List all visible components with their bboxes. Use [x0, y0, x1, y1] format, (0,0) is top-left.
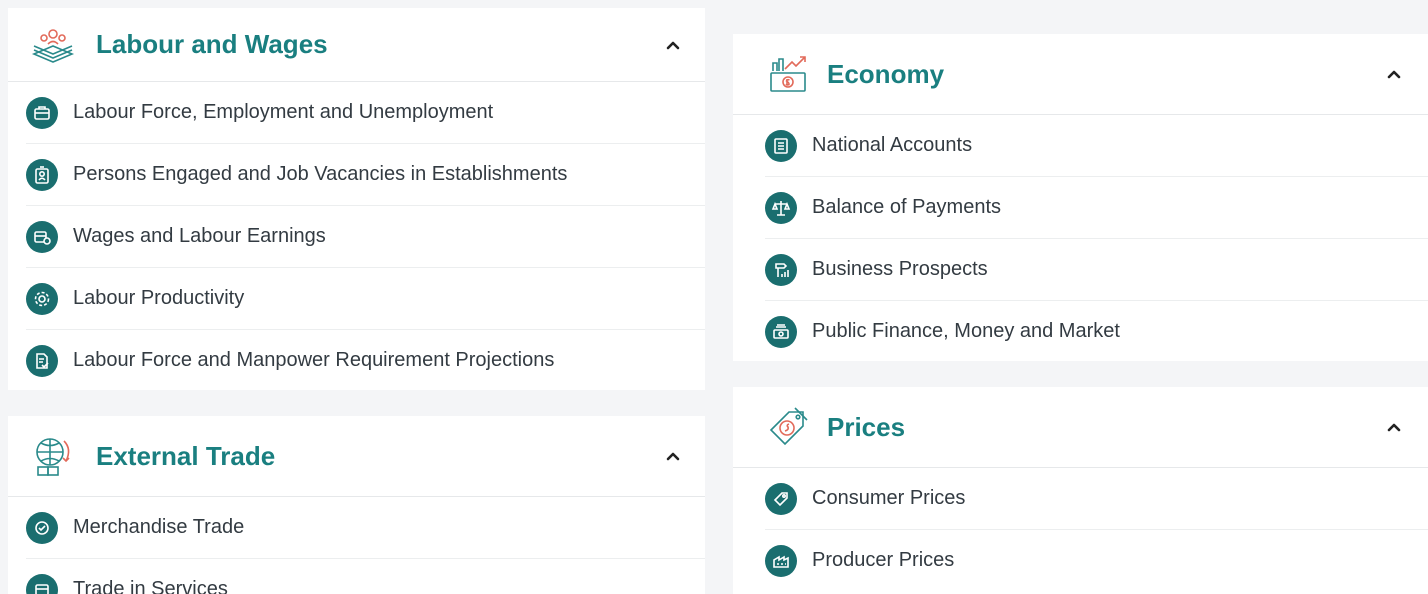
item-label: Wages and Labour Earnings [73, 225, 326, 247]
prices-list: Consumer Prices Producer Prices [747, 468, 1428, 591]
list-item-balance-payments[interactable]: Balance of Payments [765, 177, 1428, 239]
scale-icon [765, 191, 797, 224]
list-item-persons-engaged[interactable]: Persons Engaged and Job Vacancies in Est… [26, 144, 705, 206]
signpost-chart-icon [765, 253, 797, 286]
globe-trade-icon [30, 433, 76, 479]
services-icon [26, 573, 58, 594]
item-label: Labour Force, Employment and Unemploymen… [73, 101, 494, 123]
gear-cog-icon [26, 282, 58, 315]
list-item-labour-force[interactable]: Labour Force, Employment and Unemploymen… [26, 82, 705, 144]
tag-icon [765, 482, 797, 515]
money-stack-icon [765, 315, 797, 348]
id-badge-icon [26, 158, 58, 191]
prices-title: Prices [827, 411, 906, 442]
external-trade-title: External Trade [96, 440, 276, 471]
labour-wages-list: Labour Force, Employment and Unemploymen… [8, 82, 705, 390]
price-tag-icon [765, 404, 811, 450]
chevron-up-icon[interactable] [661, 33, 685, 57]
item-label: Persons Engaged and Job Vacancies in Est… [73, 163, 568, 185]
item-label: Producer Prices [812, 549, 955, 571]
list-item-consumer-prices[interactable]: Consumer Prices [765, 468, 1428, 530]
list-item-producer-prices[interactable]: Producer Prices [765, 530, 1428, 591]
labour-wages-panel: Labour and Wages Labour Force, Employmen… [8, 8, 705, 390]
economy-chart-icon [765, 51, 811, 97]
chevron-up-icon[interactable] [1382, 415, 1406, 439]
item-label: National Accounts [812, 134, 973, 156]
list-item-merchandise-trade[interactable]: Merchandise Trade [26, 497, 705, 559]
factory-icon [765, 544, 797, 577]
boxes-icon [26, 511, 58, 544]
economy-header[interactable]: Economy [733, 34, 1428, 115]
external-trade-header[interactable]: External Trade [8, 416, 705, 497]
item-label: Labour Force and Manpower Requirement Pr… [73, 349, 555, 371]
document-check-icon [26, 344, 58, 377]
external-trade-list: Merchandise Trade Trade in Services [8, 497, 705, 594]
list-item-public-finance[interactable]: Public Finance, Money and Market [765, 301, 1428, 361]
chevron-up-icon[interactable] [1382, 62, 1406, 86]
list-item-manpower-projections[interactable]: Labour Force and Manpower Requirement Pr… [26, 330, 705, 390]
ledger-icon [765, 129, 797, 162]
item-label: Business Prospects [812, 258, 988, 280]
labour-wages-title: Labour and Wages [96, 29, 328, 59]
item-label: Consumer Prices [812, 487, 966, 509]
item-label: Merchandise Trade [73, 516, 245, 538]
prices-panel: Prices Consumer Prices Producer Prices [733, 387, 1428, 594]
economy-list: National Accounts Balance of Payments Bu… [747, 115, 1428, 361]
external-trade-panel: External Trade Merchandise Trade Trade i… [8, 416, 705, 594]
prices-header[interactable]: Prices [733, 387, 1428, 468]
labour-wages-header[interactable]: Labour and Wages [8, 8, 705, 82]
wallet-coin-icon [26, 220, 58, 253]
labour-wages-icon [30, 22, 76, 68]
item-label: Balance of Payments [812, 196, 1001, 218]
chevron-up-icon[interactable] [661, 444, 685, 468]
item-label: Labour Productivity [73, 287, 245, 309]
item-label: Public Finance, Money and Market [812, 320, 1120, 342]
list-item-trade-services[interactable]: Trade in Services [26, 559, 705, 594]
list-item-labour-productivity[interactable]: Labour Productivity [26, 268, 705, 330]
list-item-business-prospects[interactable]: Business Prospects [765, 239, 1428, 301]
list-item-national-accounts[interactable]: National Accounts [765, 115, 1428, 177]
economy-title: Economy [827, 58, 945, 89]
briefcase-icon [26, 96, 58, 129]
list-item-wages-earnings[interactable]: Wages and Labour Earnings [26, 206, 705, 268]
economy-panel: Economy National Accounts Balance of Pay… [733, 34, 1428, 361]
item-label: Trade in Services [73, 578, 228, 594]
